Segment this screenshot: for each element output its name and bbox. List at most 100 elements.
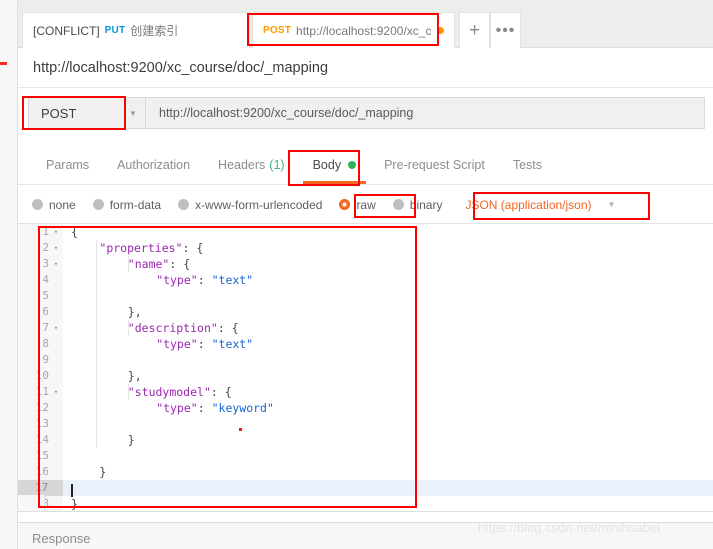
editor-line[interactable]: 3 ▾ "name": { (18, 256, 713, 272)
line-text: "type": "text" (148, 273, 253, 287)
line-text (63, 481, 71, 495)
radio-none-icon[interactable] (32, 199, 43, 210)
body-mode-urlencoded[interactable]: x-www-form-urlencoded (178, 198, 322, 212)
line-number: 11 (35, 385, 49, 398)
editor-line[interactable]: 13 (18, 416, 713, 432)
response-label: Response (32, 531, 91, 546)
tab-pre-request-script-label: Pre-request Script (384, 158, 485, 172)
code-token: } (99, 465, 107, 479)
body-mode-form-data[interactable]: form-data (92, 197, 162, 212)
request-body-code-editor[interactable]: 1 ▾{2 ▾ "properties": {3 ▾ "name": {4 "type": … (18, 223, 713, 511)
editor-line[interactable]: 9 (18, 352, 713, 368)
radio-raw-icon[interactable] (339, 199, 351, 210)
code-token: } (71, 497, 78, 511)
new-tab-button[interactable]: + (459, 12, 490, 48)
code-token: "type" (156, 401, 198, 415)
code-token: "type" (156, 337, 198, 351)
chevron-down-icon: ▼ (607, 200, 616, 209)
request-section-tabs: Params Authorization Headers (1) Body Pr… (18, 146, 713, 185)
tab-tests-label: Tests (512, 158, 542, 172)
editor-line[interactable]: 12 "type": "keyword" (18, 400, 713, 416)
line-number: 5 (42, 289, 49, 302)
radio-binary-icon[interactable] (392, 199, 404, 210)
code-token: "keyword" (211, 401, 274, 415)
code-token: }, (127, 369, 142, 383)
body-mode-selector: none form-data x-www-form-urlencoded raw… (18, 186, 713, 223)
line-number: 9 (42, 353, 49, 366)
line-number: 1 (42, 225, 49, 238)
code-token: "description" (127, 321, 218, 335)
code-token: "text" (211, 273, 254, 287)
code-fold-arrow-icon[interactable]: ▾ (51, 240, 61, 256)
line-text (63, 353, 71, 367)
body-mode-raw[interactable]: raw (339, 198, 376, 212)
line-number: 2 (42, 241, 49, 254)
editor-bottom-spacer (18, 511, 713, 522)
tab-tests[interactable]: Tests (499, 146, 556, 184)
tab-conflict-prefix: [CONFLICT] (33, 23, 100, 38)
editor-line[interactable]: 1 ▾ { (18, 224, 713, 240)
body-present-dot-icon (348, 161, 357, 169)
tab-headers-label: Headers (218, 158, 266, 172)
editor-line[interactable]: 18} (18, 496, 713, 511)
tab-name-label: 创建索引 (130, 24, 179, 38)
line-text: { (63, 225, 78, 239)
code-token: "name" (127, 257, 170, 271)
radio-urlencoded-icon[interactable] (178, 199, 190, 210)
http-method-select[interactable]: POST ▼ (28, 97, 145, 129)
code-token: "properties" (99, 241, 183, 255)
editor-line[interactable]: 15 (18, 448, 713, 464)
line-text: } (63, 497, 78, 511)
code-token: : { (182, 241, 204, 255)
tab-pre-request-script[interactable]: Pre-request Script (370, 146, 499, 184)
code-fold-arrow-icon[interactable]: ▾ (51, 224, 61, 240)
code-token: } (127, 433, 135, 447)
body-mode-binary[interactable]: binary (392, 198, 442, 212)
line-text: }, (120, 369, 142, 383)
editor-line[interactable]: 2 ▾ "properties": { (18, 240, 713, 256)
editor-line[interactable]: 5 (18, 288, 713, 304)
editor-line[interactable]: 8 "type": "text" (18, 336, 713, 352)
editor-line[interactable]: 14} (18, 432, 713, 448)
request-tab-0[interactable]: [CONFLICT] PUT 创建索引 (22, 12, 250, 48)
response-section-header: Response (18, 522, 713, 549)
tab-params[interactable]: Params (32, 146, 103, 184)
tab-headers[interactable]: Headers (1) (204, 146, 299, 184)
code-fold-arrow-icon[interactable]: ▾ (51, 320, 61, 336)
editor-line[interactable]: 11 ▾ "studymodel": { (18, 384, 713, 400)
line-number: 13 (35, 417, 49, 430)
editor-line[interactable]: 10}, (18, 368, 713, 384)
line-number: 16 (35, 465, 49, 478)
editor-line[interactable]: 17 (18, 480, 713, 496)
radio-form-data-icon[interactable] (92, 199, 104, 210)
request-tab-1[interactable]: POST http://localhost:9200/xc_course (252, 12, 455, 48)
line-number: 17 (18, 480, 63, 496)
line-text (63, 417, 71, 431)
body-language-label: JSON (application/json) (465, 197, 592, 212)
chevron-down-icon: ▼ (129, 108, 137, 118)
editor-line[interactable]: 4 "type": "text" (18, 272, 713, 288)
line-number: 7 (42, 321, 49, 334)
code-fold-arrow-icon[interactable]: ▾ (51, 384, 61, 400)
text-cursor (71, 484, 73, 497)
editor-lines[interactable]: 1 ▾{2 ▾ "properties": {3 ▾ "name": {4 "type": … (18, 224, 713, 511)
code-token: : { (210, 385, 232, 399)
left-sidebar-rail (0, 0, 18, 549)
body-mode-form-data-label: form-data (109, 197, 162, 212)
tab-authorization[interactable]: Authorization (103, 146, 204, 184)
line-text (63, 449, 71, 463)
tab-options-more-icon[interactable]: ••• (490, 12, 521, 48)
body-mode-urlencoded-label: x-www-form-urlencoded (195, 197, 323, 212)
editor-line[interactable]: 7 ▾ "description": { (18, 320, 713, 336)
body-language-select[interactable]: JSON (application/json) ▼ (465, 198, 615, 212)
editor-line[interactable]: 16} (18, 464, 713, 480)
line-number: 3 (42, 257, 49, 270)
tab-body[interactable]: Body (299, 146, 371, 184)
body-mode-none[interactable]: none (32, 198, 76, 212)
url-input[interactable]: http://localhost:9200/xc_course/doc/_map… (145, 97, 705, 129)
code-fold-arrow-icon[interactable]: ▾ (51, 256, 61, 272)
code-token: : (197, 337, 212, 351)
tab-method-put: PUT (104, 25, 126, 36)
editor-line[interactable]: 6}, (18, 304, 713, 320)
tab-name-label: http://localhost:9200/xc_course (296, 23, 431, 38)
